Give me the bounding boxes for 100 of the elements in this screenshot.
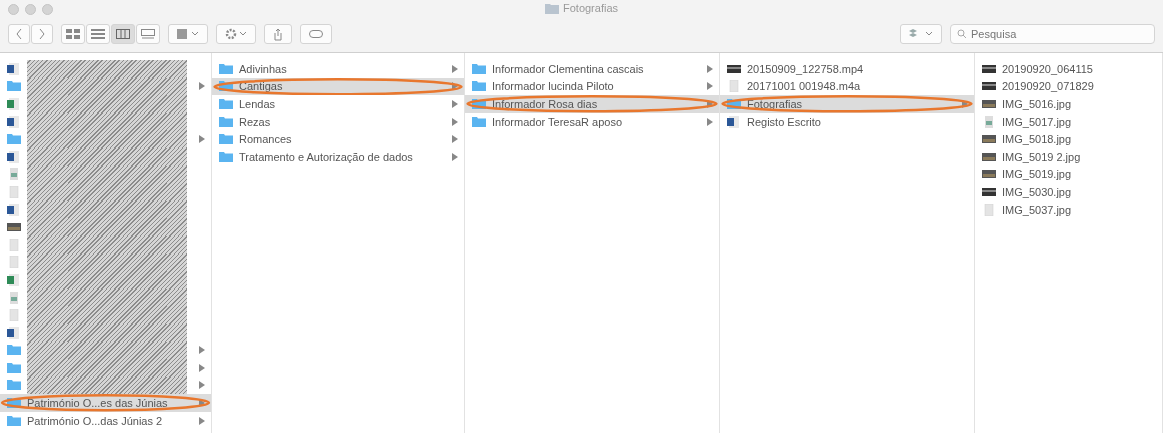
file-name: IMG_5017.jpg bbox=[1002, 115, 1072, 128]
view-mode-button[interactable] bbox=[86, 24, 110, 44]
forward-button[interactable] bbox=[31, 24, 53, 44]
back-button[interactable] bbox=[8, 24, 30, 44]
window-title: Fotografias bbox=[563, 2, 618, 14]
file-name: 20190920_071829 bbox=[1002, 80, 1094, 93]
dropbox-button[interactable] bbox=[900, 24, 942, 44]
file-name: Informador Clementina cascais bbox=[492, 62, 644, 75]
file-name: Cantigas bbox=[239, 80, 283, 93]
folder-icon bbox=[726, 98, 742, 110]
file-row[interactable]: 20150909_122758.mp4 bbox=[720, 60, 974, 78]
file-row[interactable]: Informador lucinda Piloto bbox=[465, 77, 719, 96]
view-mode-button[interactable] bbox=[61, 24, 85, 44]
chevron-left-icon bbox=[15, 28, 23, 40]
document-icon bbox=[6, 203, 22, 216]
file-row[interactable]: Rezas bbox=[212, 112, 464, 131]
file-icon bbox=[6, 185, 22, 198]
folder-icon bbox=[6, 361, 22, 374]
search-icon bbox=[957, 29, 967, 39]
file-name: Rezas bbox=[239, 115, 271, 128]
photo-icon bbox=[981, 168, 997, 181]
folder-icon bbox=[6, 133, 22, 146]
document-icon bbox=[726, 115, 742, 128]
file-name: Informador lucinda Piloto bbox=[492, 80, 614, 93]
file-name: IMG_5019.jpg bbox=[1002, 168, 1072, 181]
folder-icon bbox=[471, 115, 487, 128]
file-row[interactable]: Património O...es das Júnias bbox=[0, 394, 211, 412]
share-icon bbox=[273, 27, 283, 41]
file-name: 20190920_064115 bbox=[1002, 62, 1093, 75]
view-icon bbox=[141, 29, 155, 39]
file-row[interactable]: Informador TeresaR aposo bbox=[465, 112, 719, 131]
tag-button[interactable] bbox=[300, 24, 332, 44]
file-name: IMG_5037.jpg bbox=[1002, 203, 1072, 216]
folder-icon bbox=[6, 80, 22, 93]
file-row[interactable]: IMG_5019 2.jpg bbox=[975, 147, 1162, 166]
folder-icon bbox=[6, 344, 22, 357]
file-row[interactable]: Adivinhas bbox=[212, 60, 464, 78]
file-name: Património O...das Júnias 2 bbox=[27, 414, 163, 427]
document-icon bbox=[6, 62, 22, 75]
file-row[interactable]: 20190920_064115 bbox=[975, 60, 1162, 78]
photo-icon bbox=[981, 98, 997, 110]
file-name: Romances bbox=[239, 133, 292, 146]
file-row[interactable]: Romances bbox=[212, 130, 464, 148]
file-row[interactable]: IMG_5037.jpg bbox=[975, 200, 1162, 219]
file-row[interactable]: 20190920_071829 bbox=[975, 77, 1162, 96]
file-row[interactable]: Tratamento e Autorização de dados bbox=[212, 147, 464, 166]
file-icon bbox=[726, 80, 742, 93]
file-row[interactable]: Registo Escrito bbox=[720, 112, 974, 131]
folder-icon bbox=[6, 414, 22, 427]
file-name: Património O...es das Júnias bbox=[27, 397, 168, 410]
file-name: IMG_5030.jpg bbox=[1002, 185, 1072, 198]
folder-icon bbox=[218, 115, 234, 128]
file-icon bbox=[981, 203, 997, 216]
file-row[interactable]: Cantigas bbox=[212, 77, 464, 96]
photo-icon bbox=[6, 221, 22, 234]
folder-icon bbox=[218, 80, 234, 93]
file-row[interactable]: IMG_5019.jpg bbox=[975, 165, 1162, 184]
search-field[interactable]: Pesquisa bbox=[950, 24, 1155, 44]
film-icon bbox=[981, 80, 997, 93]
folder-icon bbox=[218, 62, 234, 75]
file-row[interactable]: IMG_5016.jpg bbox=[975, 95, 1162, 113]
file-row[interactable]: IMG_5030.jpg bbox=[975, 183, 1162, 201]
file-name: 20171001 001948.m4a bbox=[747, 80, 861, 93]
file-icon bbox=[6, 309, 22, 322]
document-icon bbox=[6, 115, 22, 128]
file-name: IMG_5019 2.jpg bbox=[1002, 150, 1081, 163]
file-row[interactable]: Fotografias bbox=[720, 95, 974, 113]
view-icon bbox=[66, 29, 80, 39]
file-name: 20150909_122758.mp4 bbox=[747, 62, 864, 75]
folder-icon bbox=[471, 62, 487, 75]
file-name: Informador Rosa dias bbox=[492, 98, 598, 110]
view-mode-button[interactable] bbox=[111, 24, 135, 44]
file-row[interactable]: Património O...das Júnias 2 bbox=[0, 411, 211, 430]
box-caret-icon bbox=[909, 29, 933, 39]
document-icon bbox=[6, 150, 22, 163]
grid-caret-icon bbox=[177, 29, 199, 39]
file-row[interactable]: 20171001 001948.m4a bbox=[720, 77, 974, 96]
film-icon bbox=[981, 62, 997, 75]
file-row[interactable]: IMG_5018.jpg bbox=[975, 130, 1162, 148]
file-name: IMG_5018.jpg bbox=[1002, 133, 1072, 146]
view-mode-button[interactable] bbox=[136, 24, 160, 44]
file-name: Fotografias bbox=[747, 98, 803, 110]
folder-icon bbox=[545, 2, 559, 14]
action-button[interactable] bbox=[216, 24, 256, 44]
file-row[interactable]: Informador Rosa dias bbox=[465, 95, 719, 113]
file-row[interactable]: Lendas bbox=[212, 95, 464, 113]
file-name: Adivinhas bbox=[239, 62, 287, 75]
document-icon bbox=[6, 326, 22, 339]
file-name: Lendas bbox=[239, 98, 276, 110]
folder-icon bbox=[218, 150, 234, 163]
share-button[interactable] bbox=[264, 24, 292, 44]
chevron-right-icon bbox=[38, 28, 46, 40]
spreadsheet-icon bbox=[6, 273, 22, 286]
file-name: Tratamento e Autorização de dados bbox=[239, 150, 413, 163]
file-name: Registo Escrito bbox=[747, 115, 821, 128]
file-row[interactable]: Informador Clementina cascais bbox=[465, 60, 719, 78]
file-row[interactable]: IMG_5017.jpg bbox=[975, 112, 1162, 131]
file-name: IMG_5016.jpg bbox=[1002, 98, 1072, 110]
group-button[interactable] bbox=[168, 24, 208, 44]
spreadsheet-icon bbox=[6, 98, 22, 110]
